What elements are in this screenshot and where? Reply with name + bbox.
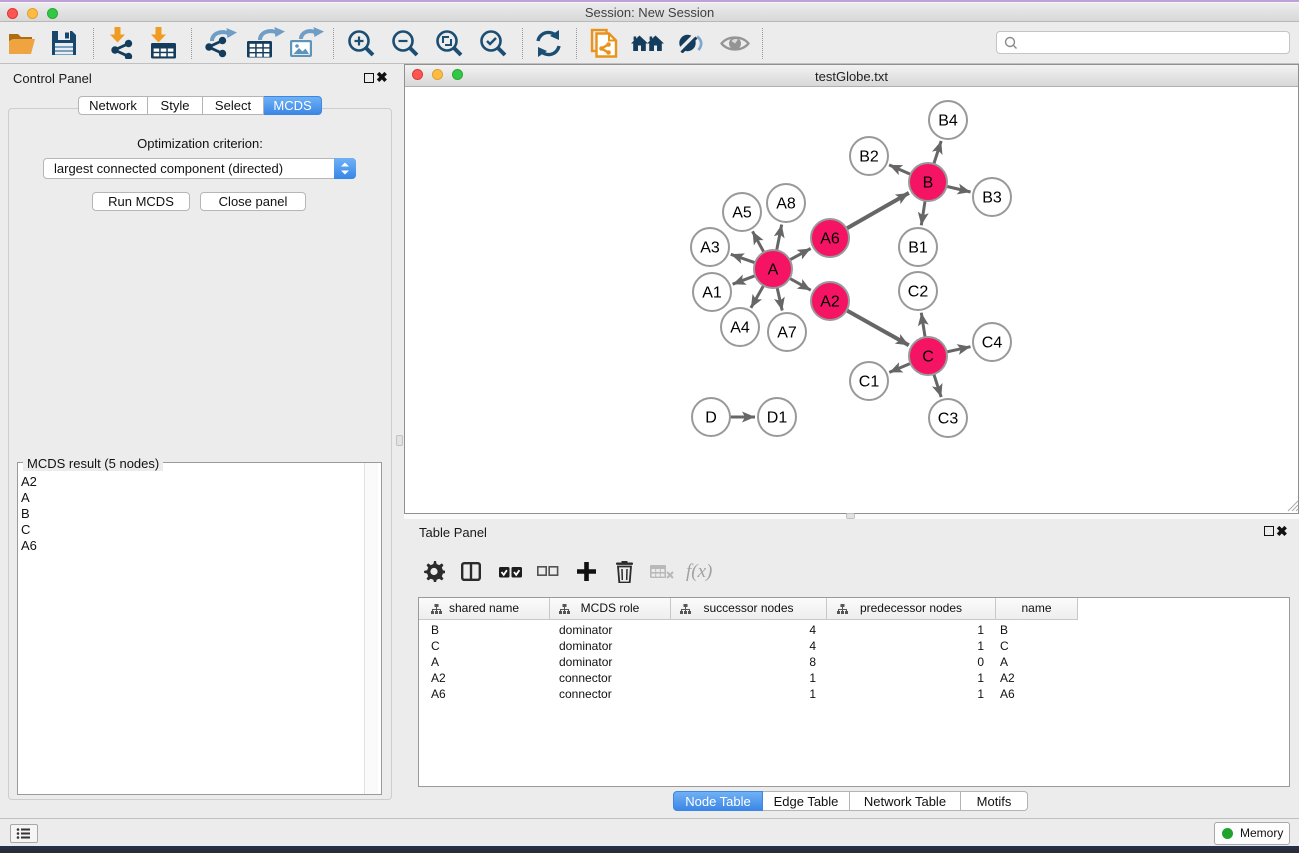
svg-text:B: B <box>923 175 934 192</box>
svg-text:B1: B1 <box>908 240 928 257</box>
svg-text:C4: C4 <box>982 335 1003 352</box>
svg-text:B2: B2 <box>859 149 879 166</box>
svg-text:A1: A1 <box>702 285 722 302</box>
svg-text:A: A <box>768 262 779 279</box>
svg-text:A8: A8 <box>776 196 796 213</box>
svg-text:C: C <box>922 349 934 366</box>
svg-text:D1: D1 <box>767 410 788 427</box>
svg-text:A3: A3 <box>700 240 720 257</box>
svg-text:A2: A2 <box>820 294 840 311</box>
svg-text:A6: A6 <box>820 231 840 248</box>
svg-text:A4: A4 <box>730 320 750 337</box>
svg-text:C2: C2 <box>908 284 929 301</box>
svg-text:A5: A5 <box>732 205 752 222</box>
svg-text:C3: C3 <box>938 411 959 428</box>
svg-text:D: D <box>705 410 717 427</box>
svg-text:B4: B4 <box>938 113 958 130</box>
svg-text:A7: A7 <box>777 325 797 342</box>
svg-text:B3: B3 <box>982 190 1002 207</box>
svg-text:C1: C1 <box>859 374 880 391</box>
